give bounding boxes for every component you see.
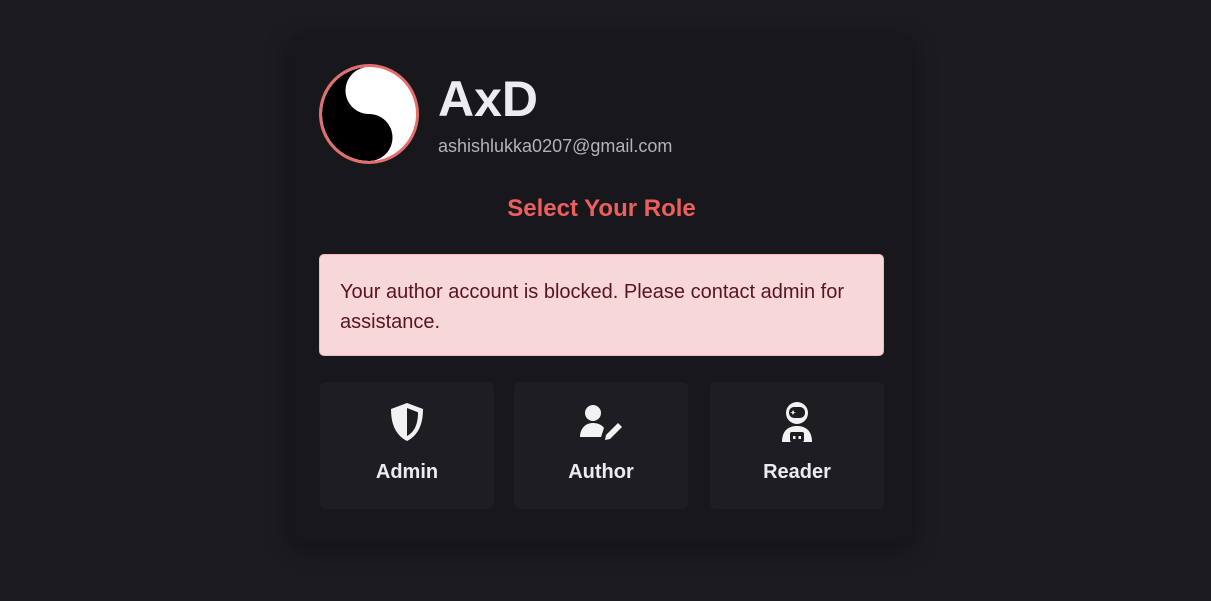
user-email: ashishlukka0207@gmail.com [438, 136, 673, 156]
user-name: AxD [438, 71, 539, 127]
yin-yang-icon [322, 67, 416, 161]
role-reader-label: Reader [763, 461, 831, 483]
role-admin-button[interactable]: Admin [320, 382, 494, 509]
role-reader-button[interactable]: Reader [710, 382, 884, 509]
shield-icon [320, 400, 494, 444]
user-astronaut-icon [710, 400, 884, 444]
role-admin-label: Admin [375, 461, 439, 483]
avatar [319, 64, 419, 164]
role-selection-card: AxD ashishlukka0207@gmail.com Select You… [290, 34, 913, 543]
user-pen-icon [514, 400, 688, 444]
page-title: Select Your Role [507, 195, 696, 222]
role-author-label: Author [568, 461, 634, 483]
blocked-alert: Your author account is blocked. Please c… [319, 254, 884, 356]
role-author-button[interactable]: Author [514, 382, 688, 509]
